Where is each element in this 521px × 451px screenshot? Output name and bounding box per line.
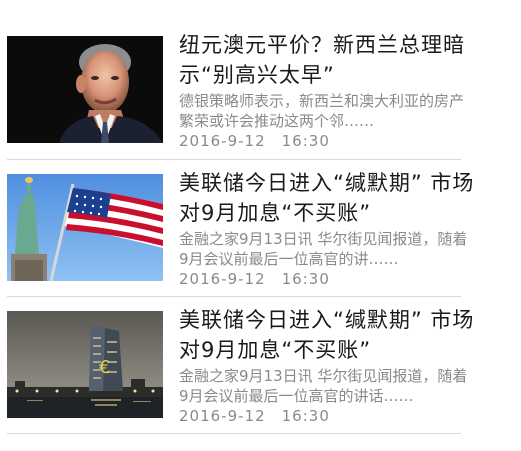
news-meta: 2016-9-12 16:30	[179, 132, 330, 150]
news-summary: 金融之家9月13日讯 华尔街见闻报道，随着9月会议前最后一位高官的讲话……	[179, 367, 468, 405]
news-meta: 2016-9-12 16:30	[179, 407, 330, 425]
news-thumbnail	[7, 174, 163, 281]
news-time: 16:30	[281, 132, 330, 150]
news-title[interactable]: 美联储今日进入“缄默期” 市场对9月加息“不买账”	[179, 168, 475, 228]
news-date: 2016-9-12	[179, 270, 266, 288]
svg-text:€: €	[99, 357, 110, 378]
news-time: 16:30	[281, 407, 330, 425]
news-meta: 2016-9-12 16:30	[179, 270, 330, 288]
news-thumbnail: €	[7, 311, 163, 418]
news-time: 16:30	[281, 270, 330, 288]
news-summary: 德银策略师表示，新西兰和澳大利亚的房产繁荣或许会推动这两个邻……	[179, 92, 465, 130]
news-title[interactable]: 美联储今日进入“缄默期” 市场对9月加息“不买账”	[179, 305, 475, 365]
divider	[7, 433, 461, 434]
news-date: 2016-9-12	[179, 132, 266, 150]
news-date: 2016-9-12	[179, 407, 266, 425]
news-item[interactable]: 美联储今日进入“缄默期” 市场对9月加息“不买账” 金融之家9月13日讯 华尔街…	[0, 160, 521, 300]
news-item[interactable]: € 美联储今日进入“缄默期” 市场对9月加息“不买账” 金融之家9月13日讯 华	[0, 297, 521, 437]
news-feed: 纽元澳元平价？新西兰总理暗示“别高兴太早” 德银策略师表示，新西兰和澳大利亚的房…	[0, 0, 521, 451]
news-item[interactable]: 纽元澳元平价？新西兰总理暗示“别高兴太早” 德银策略师表示，新西兰和澳大利亚的房…	[0, 22, 521, 162]
news-thumbnail	[7, 36, 163, 143]
news-title[interactable]: 纽元澳元平价？新西兰总理暗示“别高兴太早”	[179, 30, 475, 90]
news-summary: 金融之家9月13日讯 华尔街见闻报道，随着9月会议前最后一位高官的讲……	[179, 230, 468, 268]
